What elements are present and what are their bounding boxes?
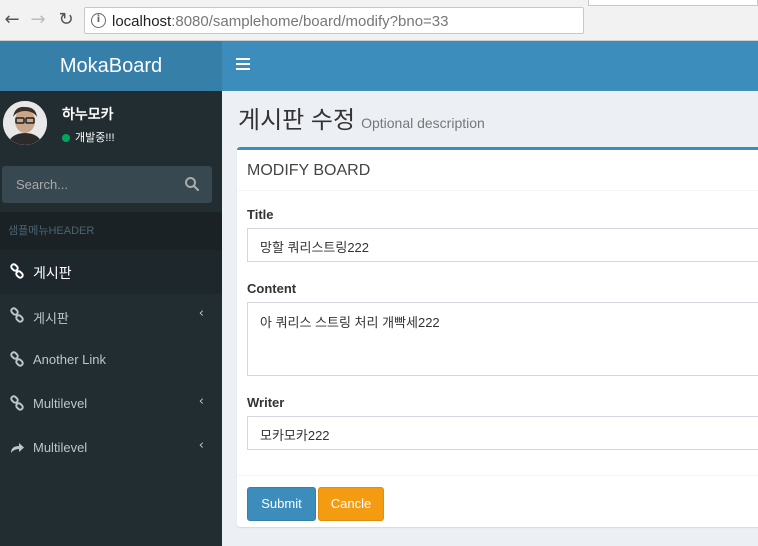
modify-board-box: MODIFY BOARD Title 망할 쿼리스트링222 Content 아… (237, 147, 758, 527)
search-placeholder: Search... (16, 177, 69, 192)
chevron-left-icon: ‹ (198, 438, 204, 453)
link-icon (9, 395, 25, 411)
link-icon (9, 351, 25, 367)
title-input[interactable]: 망할 쿼리스트링222 (247, 228, 758, 262)
brand-logo[interactable]: MokaBoard (0, 41, 222, 91)
sidebar-item-label: Multilevel (33, 396, 88, 411)
divider (237, 190, 758, 191)
chevron-left-icon: ‹ (198, 306, 204, 321)
reload-icon[interactable]: ↻ (56, 10, 76, 30)
search-icon[interactable] (182, 174, 202, 194)
cancel-button[interactable]: Cancle (318, 487, 384, 521)
sidebar-search-input[interactable]: Search... (2, 166, 212, 203)
hamburger-menu-icon[interactable] (236, 58, 250, 72)
share-icon (9, 439, 25, 455)
writer-input[interactable]: 모카모카222 (247, 416, 758, 450)
page-title: 게시판 수정 Optional description (238, 107, 485, 134)
page-description: Optional description (361, 115, 485, 131)
content-textarea[interactable]: 아 쿼리스 스트링 처리 개빡세222 (247, 302, 758, 376)
back-arrow-icon[interactable]: ← (2, 10, 22, 30)
sidebar-item-another-link[interactable]: Another Link (0, 338, 222, 382)
user-status: 개발중!!! (62, 129, 115, 145)
sidebar-item-multilevel-2[interactable]: Multilevel ‹ (0, 426, 222, 470)
forward-arrow-icon[interactable]: → (28, 10, 48, 30)
avatar (3, 101, 47, 145)
sidebar-item-label: 게시판 (33, 265, 72, 281)
tab-edge (588, 0, 758, 6)
sidebar-item-multilevel[interactable]: Multilevel ‹ (0, 382, 222, 426)
submit-button[interactable]: Submit (247, 487, 316, 521)
content-label: Content (247, 281, 297, 296)
online-status-icon (62, 134, 70, 143)
link-icon (9, 263, 25, 279)
main-sidebar: MokaBoard 하누모카 개발중!!! Search... 샘플메뉴HEAD… (0, 41, 222, 546)
box-footer-divider (237, 475, 758, 476)
menu-header: 샘플메뉴HEADER (0, 212, 222, 250)
box-title: MODIFY BOARD (247, 162, 371, 179)
sidebar-item-label: Another Link (33, 352, 106, 367)
top-navbar (222, 41, 758, 91)
sidebar-item-board[interactable]: 게시판 ‹ (0, 294, 222, 338)
user-name: 하누모카 (62, 106, 114, 122)
address-bar[interactable]: i localhost:8080/samplehome/board/modify… (84, 7, 584, 34)
title-label: Title (247, 207, 274, 222)
sidebar-item-board-active[interactable]: 게시판 (0, 250, 222, 294)
browser-toolbar: ← → ↻ i localhost:8080/samplehome/board/… (0, 0, 758, 41)
chevron-left-icon: ‹ (198, 394, 204, 409)
info-icon[interactable]: i (91, 13, 106, 28)
sidebar-item-label: Multilevel (33, 440, 88, 455)
writer-label: Writer (247, 395, 285, 410)
user-panel: 하누모카 개발중!!! (0, 91, 222, 157)
url-text: localhost:8080/samplehome/board/modify?b… (112, 13, 449, 30)
sidebar-item-label: 게시판 (33, 311, 69, 326)
link-icon (9, 307, 25, 323)
